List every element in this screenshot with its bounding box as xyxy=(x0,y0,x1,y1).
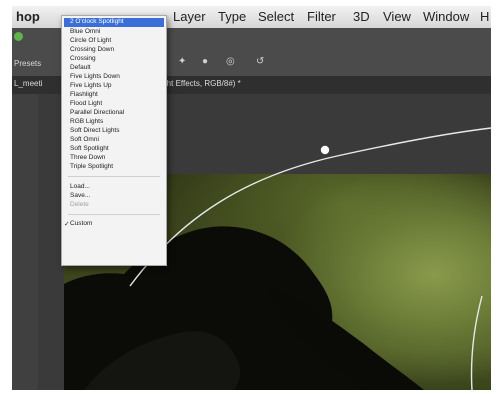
light-handle[interactable] xyxy=(320,145,330,155)
menu-select[interactable]: Select xyxy=(258,9,294,24)
preset-parallel-directional[interactable]: Parallel Directional xyxy=(70,109,124,116)
load-preset-item[interactable]: Load... xyxy=(70,183,90,190)
preset-flood-light[interactable]: Flood Light xyxy=(70,100,102,107)
delete-preset-item: Delete xyxy=(70,201,89,208)
menu-window[interactable]: Window xyxy=(423,9,469,24)
preset-flashlight[interactable]: Flashlight xyxy=(70,91,98,98)
preset-crossing[interactable]: Crossing xyxy=(70,55,96,62)
status-indicator-icon xyxy=(14,32,23,41)
document-tab-left[interactable]: L_meeti xyxy=(14,79,42,88)
menu-help[interactable]: H xyxy=(480,9,489,24)
preset-five-lights-down[interactable]: Five Lights Down xyxy=(70,73,120,80)
preset-circle-of-light[interactable]: Circle Of Light xyxy=(70,37,111,44)
preset-default[interactable]: Default xyxy=(70,64,91,71)
menu-separator xyxy=(68,176,160,177)
light-type-icon[interactable]: ✦ xyxy=(178,56,186,67)
preset-blue-omni[interactable]: Blue Omni xyxy=(70,28,100,35)
preset-three-down[interactable]: Three Down xyxy=(70,154,105,161)
presets-label: Presets xyxy=(14,59,42,68)
light-presets-dropdown: 2 O'clock Spotlight Blue Omni Circle Of … xyxy=(61,15,167,266)
menu-separator xyxy=(68,214,160,215)
preset-soft-direct-lights[interactable]: Soft Direct Lights xyxy=(70,127,120,134)
photoshop-window: hop Layer Type Select Filter 3D View Win… xyxy=(12,6,491,390)
preset-selected[interactable]: 2 O'clock Spotlight xyxy=(64,18,164,27)
menu-view[interactable]: View xyxy=(383,9,411,24)
reset-icon[interactable]: ↺ xyxy=(256,56,264,67)
save-preset-item[interactable]: Save... xyxy=(70,192,90,199)
menu-type[interactable]: Type xyxy=(218,9,246,24)
preset-five-lights-up[interactable]: Five Lights Up xyxy=(70,82,112,89)
preset-custom[interactable]: Custom xyxy=(70,220,92,227)
checkmark-icon: ✓ xyxy=(64,221,70,228)
menu-filter[interactable]: Filter xyxy=(307,9,336,24)
target-icon[interactable]: ◎ xyxy=(226,56,235,67)
menu-3d[interactable]: 3D xyxy=(353,9,370,24)
preset-triple-spotlight[interactable]: Triple Spotlight xyxy=(70,163,113,170)
pin-icon[interactable]: ● xyxy=(202,56,208,67)
preset-soft-spotlight[interactable]: Soft Spotlight xyxy=(70,145,109,152)
left-toolbar xyxy=(12,94,38,390)
preset-crossing-down[interactable]: Crossing Down xyxy=(70,46,114,53)
app-menu[interactable]: hop xyxy=(16,9,40,24)
preset-soft-omni[interactable]: Soft Omni xyxy=(70,136,99,143)
preset-rgb-lights[interactable]: RGB Lights xyxy=(70,118,103,125)
menu-layer[interactable]: Layer xyxy=(173,9,206,24)
